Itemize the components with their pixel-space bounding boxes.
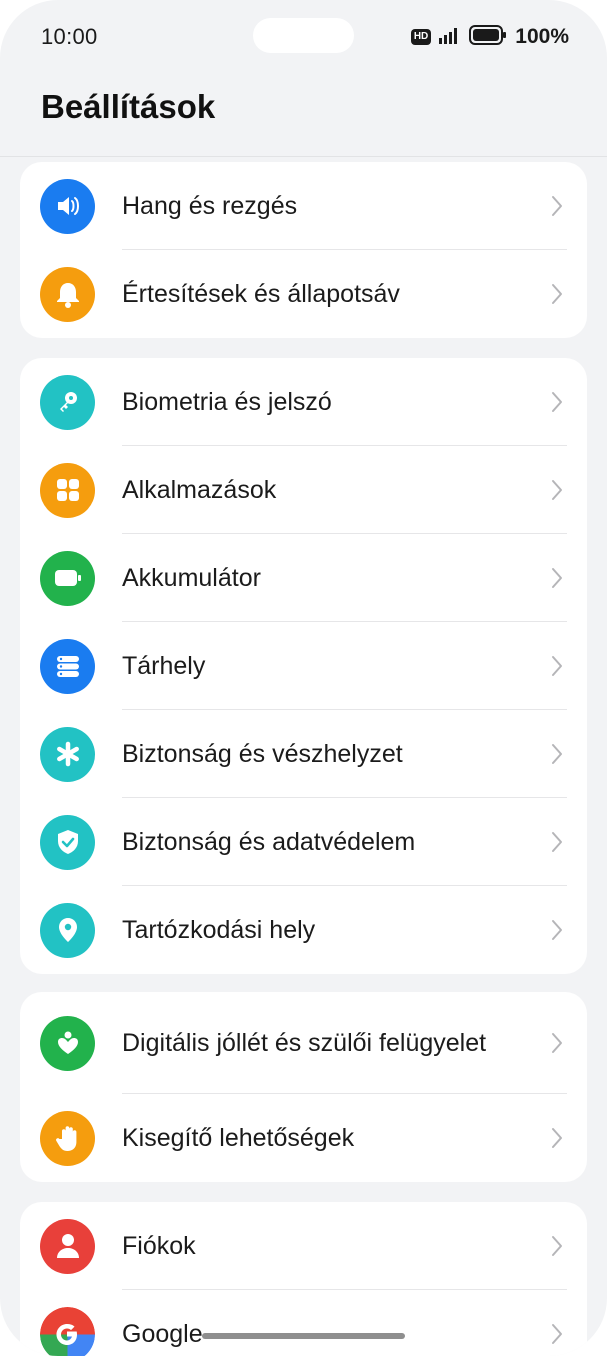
battery-icon [40, 550, 95, 606]
location-pin-icon [40, 902, 95, 958]
header-divider [0, 156, 607, 157]
chevron-right-icon [549, 1233, 565, 1259]
home-indicator[interactable] [202, 1333, 405, 1339]
settings-item-battery[interactable]: Akkumulátor [20, 534, 587, 622]
settings-item-label: Tárhely [122, 651, 206, 680]
chevron-right-icon [549, 829, 565, 855]
wellbeing-icon [40, 1015, 95, 1071]
settings-item-label: Tartózkodási hely [122, 915, 316, 944]
settings-item-label: Értesítések és állapotsáv [122, 279, 400, 308]
person-icon [40, 1218, 95, 1274]
settings-item-safety-emergency[interactable]: Biztonság és vészhelyzet [20, 710, 587, 798]
chevron-right-icon [549, 917, 565, 943]
camera-pill [253, 18, 354, 53]
bell-icon [40, 266, 95, 322]
settings-item-label: Alkalmazások [122, 475, 277, 504]
status-bar: 10:00 HD 100% [0, 0, 607, 72]
chevron-right-icon [549, 281, 565, 307]
chevron-right-icon [549, 389, 565, 415]
status-icons: HD 100% [410, 24, 569, 50]
settings-item-label: Fiókok [122, 1231, 196, 1260]
chevron-right-icon [549, 193, 565, 219]
settings-item-location[interactable]: Tartózkodási hely [20, 886, 587, 974]
status-time: 10:00 [41, 24, 98, 49]
phone-screen: 10:00 HD 100% Beállítások Hang és rezgés… [0, 0, 607, 1356]
settings-item-label: Digitális jóllét és szülői felügyelet [122, 1028, 487, 1057]
settings-item-label: Biztonság és vészhelyzet [122, 739, 403, 768]
settings-item-digital-wellbeing[interactable]: Digitális jóllét és szülői felügyelet [20, 992, 587, 1094]
chevron-right-icon [549, 565, 565, 591]
settings-item-apps[interactable]: Alkalmazások [20, 446, 587, 534]
settings-item-label: Biometria és jelszó [122, 387, 332, 416]
settings-item-label: Akkumulátor [122, 563, 261, 592]
speaker-icon [40, 178, 95, 234]
apps-grid-icon [40, 462, 95, 518]
settings-item-google[interactable]: Google [20, 1290, 587, 1356]
settings-group-device: Biometria és jelszó Alkalmazások Akkumul… [20, 358, 587, 974]
settings-item-accounts[interactable]: Fiókok [20, 1202, 587, 1290]
chevron-right-icon [549, 1030, 565, 1056]
chevron-right-icon [549, 477, 565, 503]
chevron-right-icon [549, 653, 565, 679]
google-icon [40, 1306, 95, 1356]
settings-item-sound[interactable]: Hang és rezgés [20, 162, 587, 250]
battery-percent: 100% [515, 25, 569, 48]
storage-icon [40, 638, 95, 694]
shield-icon [40, 814, 95, 870]
signal-icon [439, 26, 461, 49]
asterisk-icon [40, 726, 95, 782]
settings-item-storage[interactable]: Tárhely [20, 622, 587, 710]
hand-icon [40, 1110, 95, 1166]
chevron-right-icon [549, 1321, 565, 1347]
chevron-right-icon [549, 1125, 565, 1151]
page-title: Beállítások [41, 88, 216, 125]
settings-group-wellbeing: Digitális jóllét és szülői felügyelet Ki… [20, 992, 587, 1182]
battery-status-icon [469, 24, 507, 50]
settings-item-notifications[interactable]: Értesítések és állapotsáv [20, 250, 587, 338]
settings-item-biometrics[interactable]: Biometria és jelszó [20, 358, 587, 446]
settings-group-sound-notifications: Hang és rezgés Értesítések és állapotsáv [20, 162, 587, 338]
settings-item-label: Biztonság és adatvédelem [122, 827, 416, 856]
settings-item-label: Kisegítő lehetőségek [122, 1123, 355, 1152]
hd-badge: HD [410, 29, 432, 45]
settings-item-accessibility[interactable]: Kisegítő lehetőségek [20, 1094, 587, 1182]
settings-item-label: Hang és rezgés [122, 191, 298, 220]
settings-item-security-privacy[interactable]: Biztonság és adatvédelem [20, 798, 587, 886]
chevron-right-icon [549, 741, 565, 767]
key-icon [40, 374, 95, 430]
